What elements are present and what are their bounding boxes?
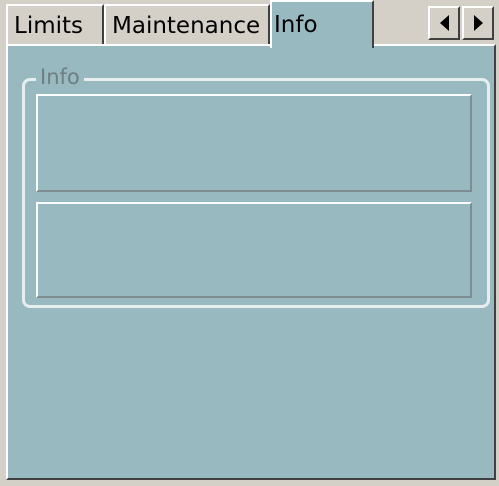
tab-strip: Limits Maintenance Info: [0, 0, 499, 48]
tab-maintenance[interactable]: Maintenance: [104, 4, 270, 44]
tab-scroll-right-button[interactable]: [462, 6, 494, 40]
info-field-1[interactable]: [36, 94, 472, 192]
tab-control: Limits Maintenance Info Info: [0, 0, 499, 486]
tab-maintenance-label: Maintenance: [112, 13, 261, 39]
tab-limits[interactable]: Limits: [6, 4, 104, 44]
arrow-left-icon: [439, 15, 449, 31]
info-field-2[interactable]: [36, 202, 472, 298]
info-page: Info: [6, 44, 496, 480]
tab-info[interactable]: Info: [270, 0, 374, 48]
tab-info-label: Info: [274, 12, 318, 38]
info-group-label: Info: [36, 64, 84, 90]
arrow-right-icon: [473, 15, 483, 31]
tab-scroll-left-button[interactable]: [428, 6, 460, 40]
tab-limits-label: Limits: [14, 13, 83, 39]
